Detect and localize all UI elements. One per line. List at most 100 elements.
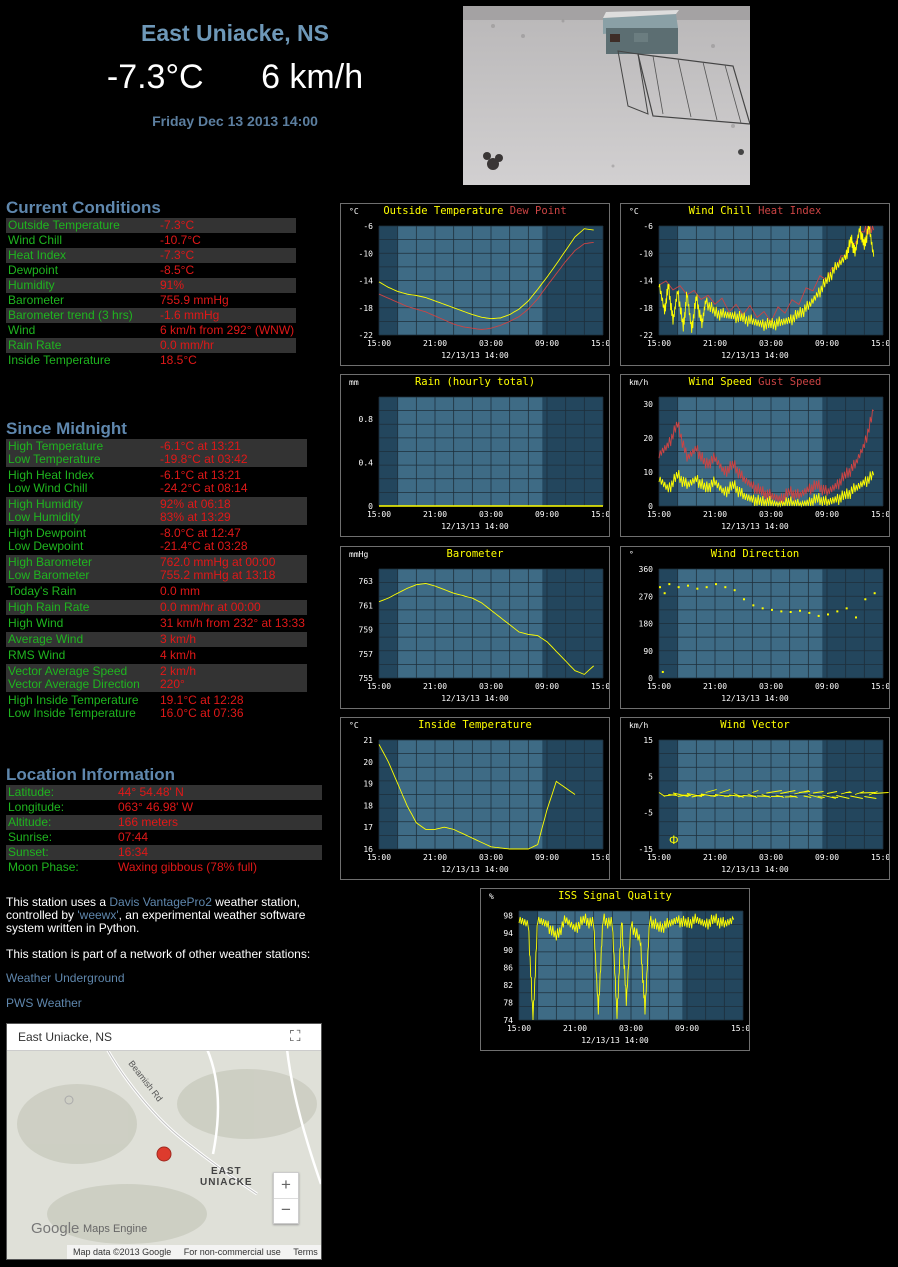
x-tick-label: 21:00: [703, 339, 727, 348]
description-text: This station uses a: [6, 895, 110, 909]
location-row: Altitude: 166 meters: [6, 815, 322, 830]
location-label: Latitude:: [6, 785, 116, 800]
y-tick-label: 82: [503, 981, 513, 990]
condition-row: Rain Rate 0.0 mm/hr: [6, 338, 297, 353]
y-tick-label: -10: [639, 249, 654, 258]
weather-underground-link[interactable]: Weather Underground: [6, 971, 125, 985]
plot-date: 12/13/13 14:00: [441, 694, 509, 703]
current-temperature: -7.3°C: [106, 58, 204, 96]
x-tick-label: 21:00: [423, 339, 447, 348]
data-point: [789, 610, 792, 613]
location-label: Longitude:: [8, 800, 65, 814]
since-midnight-row: Today's Rain 0.0 mm: [6, 584, 307, 599]
since-midnight-label: Low Dewpoint: [8, 539, 84, 553]
since-midnight-label: Vector Average Direction: [8, 677, 140, 691]
wind-vector-mark: [831, 796, 839, 798]
zoom-control: + −: [273, 1172, 299, 1224]
zoom-out-button[interactable]: −: [274, 1199, 298, 1223]
since-midnight-label: Low Barometer: [8, 568, 90, 582]
y-tick-label: 759: [359, 626, 374, 635]
plot-title: Rain (hourly total): [415, 376, 535, 388]
plot-date: 12/13/13 14:00: [581, 1036, 649, 1045]
data-point: [705, 586, 708, 589]
x-tick-label: 15:00: [367, 339, 391, 348]
wind-vector-mark: [859, 792, 876, 794]
since-midnight-heading: Since Midnight: [6, 419, 127, 438]
x-tick-label: 15:00: [591, 339, 609, 348]
plot-outside-temperature: °C Outside Temperature Dew Point -6 -10 -14 -…: [340, 203, 610, 366]
data-point: [743, 598, 745, 601]
terms-link[interactable]: Terms: [293, 1247, 318, 1257]
location-map[interactable]: East Uniacke, NS ⛶ Beamish Rd EAST UNIAC…: [6, 1023, 322, 1260]
plot-unit: °C: [629, 207, 639, 216]
since-midnight-label: Today's Rain: [8, 584, 77, 598]
plot-barometer: mmHg Barometer 755 757 759 761 763 15:00 21:00 03…: [340, 546, 610, 709]
y-tick-label: 0.8: [359, 415, 374, 424]
since-midnight-label: High Wind: [8, 616, 64, 630]
condition-value: -7.3°C: [158, 218, 297, 233]
since-midnight-row: High Temperature Low Temperature -6.1°C at…: [6, 439, 307, 467]
condition-label: Inside Temperature: [8, 353, 111, 367]
since-midnight-row: High Heat Index Low Wind Chill -6.1°C at 1…: [6, 468, 307, 496]
since-midnight-labels: High Inside Temperature Low Inside Temper…: [6, 693, 158, 721]
fullscreen-icon[interactable]: ⛶: [290, 1028, 301, 1045]
google-logo: Google: [31, 1220, 80, 1237]
data-point: [659, 586, 661, 589]
zoom-in-button[interactable]: +: [274, 1173, 298, 1199]
plot-unit: km/h: [629, 378, 648, 387]
x-tick-label: 21:00: [703, 682, 727, 691]
plot-unit: mmHg: [349, 550, 368, 559]
pws-weather-link[interactable]: PWS Weather: [6, 996, 82, 1010]
y-tick-label: -5: [643, 809, 653, 818]
davis-link[interactable]: Davis VantagePro2: [109, 895, 212, 909]
place-label-line: EAST: [210, 1166, 242, 1177]
data-point: [817, 614, 820, 617]
station-description: This station uses a Davis VantagePro2 we…: [6, 896, 322, 935]
y-tick-label: -14: [639, 277, 654, 286]
since-midnight-row: Vector Average Speed Vector Average Direc…: [6, 664, 307, 692]
since-midnight-value: 3 km/h: [160, 632, 197, 646]
x-tick-label: 21:00: [423, 682, 447, 691]
since-midnight-row: High Wind 31 km/h from 232° at 13:33: [6, 616, 307, 631]
x-tick-label: 09:00: [535, 510, 559, 519]
since-midnight-labels: RMS Wind: [6, 648, 158, 663]
since-midnight-labels: Average Wind: [6, 632, 158, 647]
condition-value: 0.0 mm/hr: [158, 338, 297, 353]
weewx-link[interactable]: 'weewx': [77, 908, 118, 922]
plot-svg: km/h Wind Speed Gust Speed010203015:00 21:…: [629, 376, 889, 531]
y-tick-label: 757: [359, 650, 374, 659]
condition-value: -1.6 mmHg: [158, 308, 297, 323]
location-row: Moon Phase: Waxing gibbous (78% full): [6, 860, 322, 875]
data-point: [724, 586, 727, 589]
since-midnight-labels: High Barometer Low Barometer: [6, 555, 158, 583]
data-point: [808, 611, 811, 614]
x-tick-label: 03:00: [479, 339, 503, 348]
plot-svg: °C Outside Temperature Dew Point -6 -10 -14 -…: [349, 205, 609, 360]
data-point: [668, 583, 671, 586]
x-tick-label: 03:00: [759, 853, 783, 862]
x-tick-label: 15:00: [871, 853, 889, 862]
since-midnight-value: -19.8°C at 03:42: [160, 452, 248, 466]
y-tick-label: 30: [643, 400, 653, 409]
x-tick-label: 15:00: [647, 510, 671, 519]
y-tick-label: 360: [639, 565, 654, 574]
since-midnight-labels: Today's Rain: [6, 584, 158, 599]
y-tick-label: 98: [503, 911, 513, 920]
plot-wind-chill: °C Wind Chill Heat Index -6 -10 -14 -18 -22 15:…: [620, 203, 890, 366]
since-midnight-row: Average Wind 3 km/h: [6, 632, 307, 647]
since-midnight-value: 31 km/h from 232° at 13:33: [160, 616, 305, 630]
data-point: [715, 583, 717, 586]
since-midnight-label: Low Inside Temperature: [8, 706, 136, 720]
since-midnight-value: 220°: [160, 677, 185, 691]
webcam-image: [463, 6, 750, 185]
location-label: Sunset:: [6, 845, 116, 860]
condition-value: 91%: [158, 278, 297, 293]
since-midnight-labels: High Wind: [6, 616, 158, 631]
plot-rain: mm Rain (hourly total) 0 0.4 0.8 15:00 21:00 03…: [340, 374, 610, 537]
location-table: Latitude: 44° 54.48' N Longitude: 063° 46.9…: [6, 785, 322, 875]
condition-value: -8.5°C: [160, 263, 195, 277]
x-tick-label: 21:00: [703, 510, 727, 519]
plot-svg: mm Rain (hourly total)00.40.815:00 21:00 03…: [349, 376, 609, 531]
x-tick-label: 03:00: [479, 853, 503, 862]
condition-row: Wind Chill -10.7°C: [6, 233, 296, 248]
